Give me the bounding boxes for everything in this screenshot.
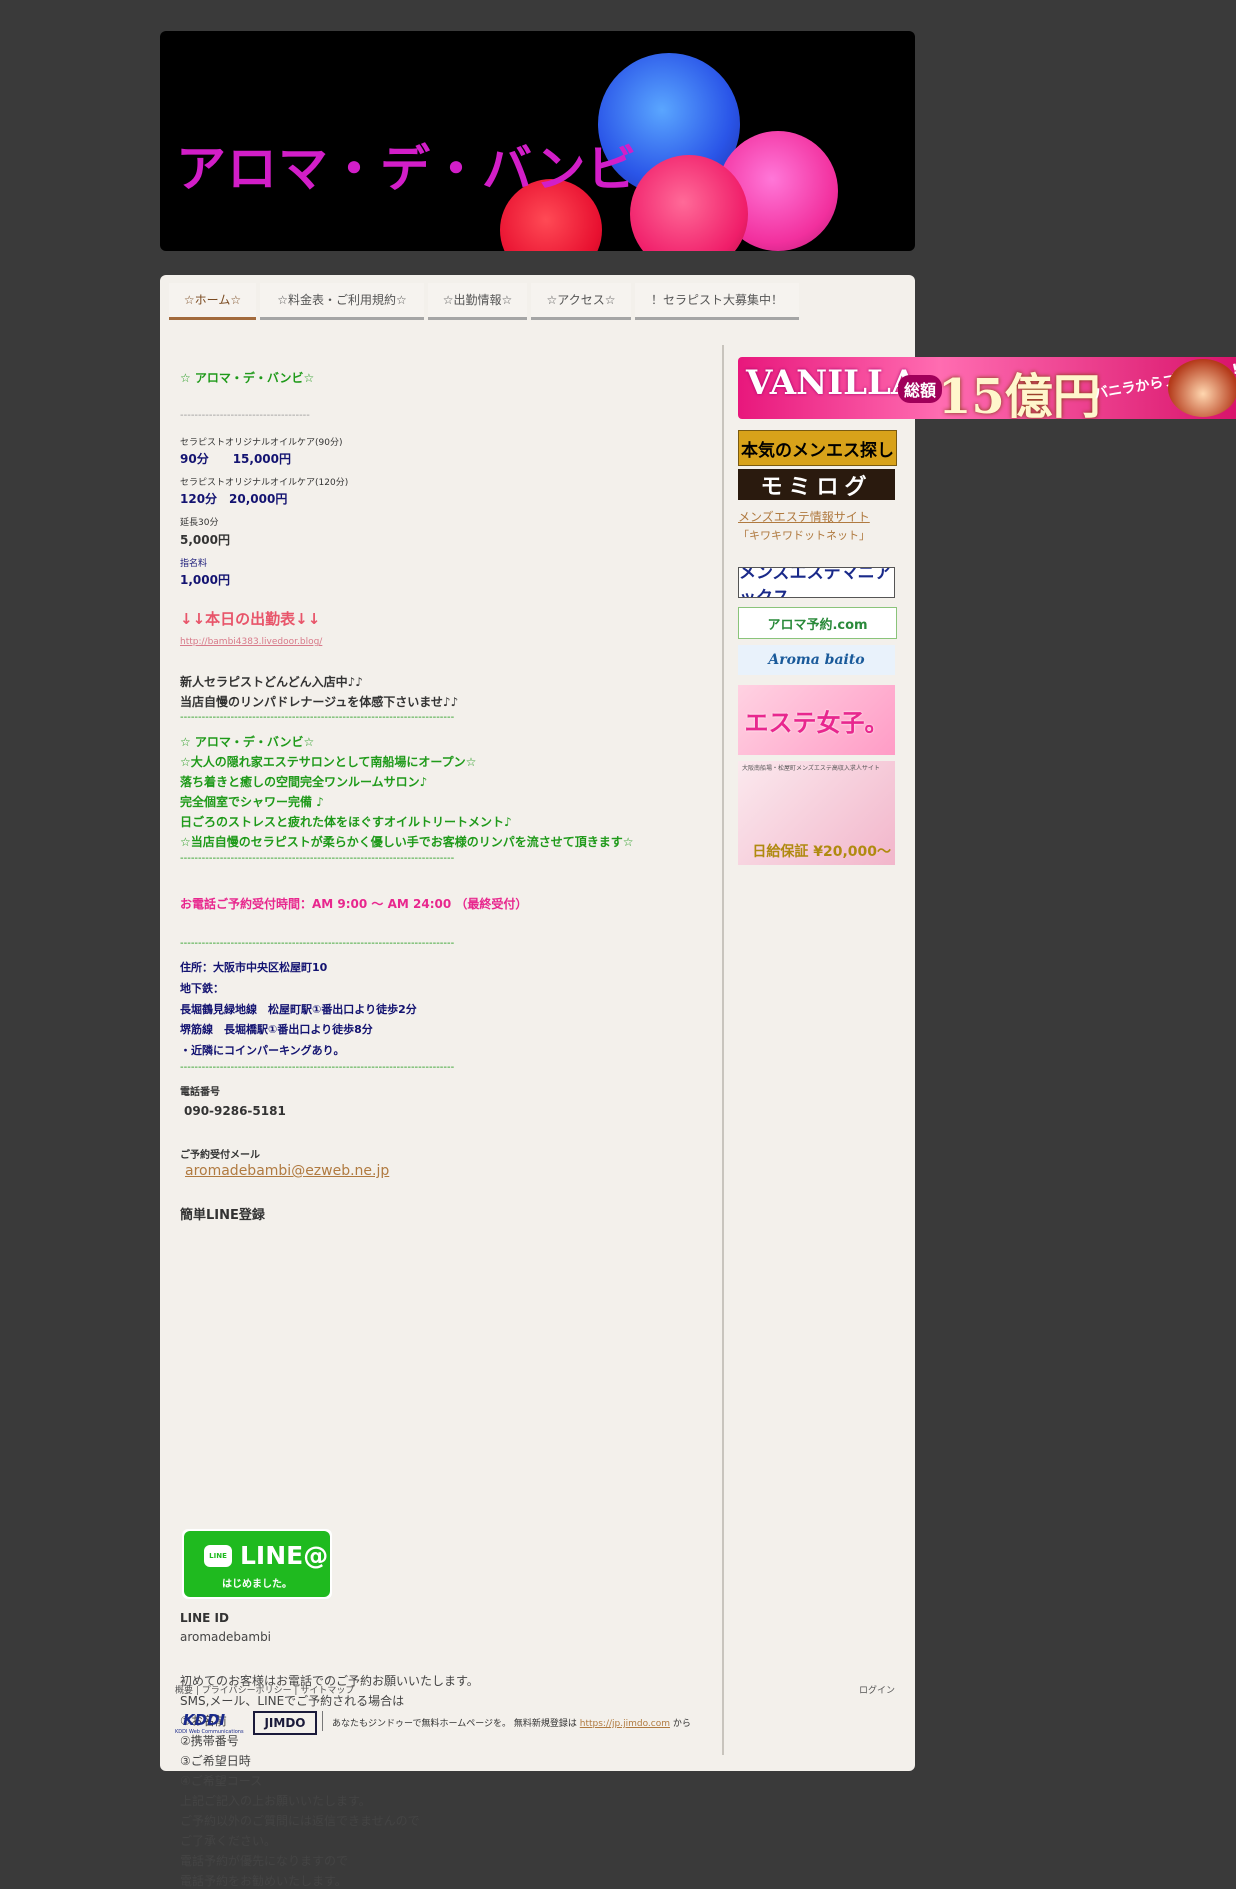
login-link[interactable]: ログイン xyxy=(859,1683,895,1696)
vanilla-banner[interactable]: VANILLA 総額 15億円 バニラからプレゼント! xyxy=(738,357,1236,419)
access-line: 長堀鶴見緑地線 松屋町駅①番出口より徒歩2分 xyxy=(180,1003,417,1016)
momilog-banner[interactable]: モミログ xyxy=(738,469,895,500)
mania-banner-text: メンズエステマニアックス xyxy=(739,567,892,598)
content-container: ☆ホーム☆ ☆料金表・ご利用規約☆ ☆出勤情報☆ ☆アクセス☆ ！セラピスト大募… xyxy=(160,275,1236,1888)
price-value: 90分 15,000円 xyxy=(180,452,292,466)
kiwakiwa-link[interactable]: メンズエステ情報サイト xyxy=(738,508,870,525)
line-badge-body: LINE LINE@ はじめました。 xyxy=(184,1531,330,1597)
intro-line: 新人セラピストどんどん入店中♪♪ xyxy=(180,675,363,689)
jimdo-promo: あなたもジンドゥーで無料ホームページを。 無料新規登録は https://jp.… xyxy=(332,1716,691,1729)
phone-number[interactable]: 090-9286-5181 xyxy=(184,1104,286,1118)
feature-line: ☆当店自慢のセラピストが柔らかく優しい手でお客様のリンパを流させて頂きます☆ xyxy=(180,835,634,849)
access-line: 住所：大阪市中央区松屋町10 xyxy=(180,961,328,974)
access-line: 堺筋線 長堀橋駅①番出口より徒歩8分 xyxy=(180,1023,373,1036)
separator: ----------------------------------------… xyxy=(180,712,455,723)
footer-links[interactable]: 概要 | プライバシーポリシー | サイトマップ xyxy=(175,1683,354,1696)
nav-schedule[interactable]: ☆出勤情報☆ xyxy=(428,283,527,320)
site-title[interactable]: アロマ・デ・バンビ xyxy=(176,129,638,201)
line-id-value: aromadebambi xyxy=(180,1630,272,1644)
price-course: セラピストオリジナルオイルケア(90分) xyxy=(180,438,343,448)
line-id-label: LINE ID xyxy=(180,1611,229,1625)
feature-line: 落ち着きと癒しの空間完全ワンルームサロン♪ xyxy=(180,775,428,789)
schedule-link[interactable]: http://bambi4383.livedoor.blog/ xyxy=(180,637,322,647)
menes-banner-text: 本気のメンエス探し xyxy=(741,440,894,461)
aroma-yoyaku-banner[interactable]: アロマ予約.com xyxy=(738,607,897,639)
price-value: 5,000円 xyxy=(180,533,230,547)
mail-label: ご予約受付メール xyxy=(180,1150,260,1161)
separator: ----------------------------------------… xyxy=(180,853,455,864)
intro-line: 当店自慢のリンパドレナージュを体感下さいませ♪♪ xyxy=(180,695,459,709)
aroma-yoyaku-text: アロマ予約.com xyxy=(767,617,868,633)
nav-price[interactable]: ☆料金表・ご利用規約☆ xyxy=(260,283,424,320)
note-line: 電話予約が優先になりますので xyxy=(180,1854,349,1868)
note-line: 電話予約をお勧めいたします。 xyxy=(180,1874,347,1888)
note-line: ③ご希望日時 xyxy=(180,1754,251,1768)
momilog-banner-text: モミログ xyxy=(760,474,873,500)
reservation-hours: お電話ご予約受付時間：AM 9:00 ～ AM 24:00 （最終受付） xyxy=(180,897,528,911)
note-line: ご予約以外のご質問には返信できませんので xyxy=(180,1814,420,1828)
price-course: 延長30分 xyxy=(180,518,219,528)
nav-access[interactable]: ☆アクセス☆ xyxy=(531,283,631,320)
access-line: 地下鉄： xyxy=(180,982,224,995)
jimdo-logo[interactable]: JIMDO xyxy=(253,1711,317,1735)
line-add-badge[interactable]: LINE LINE@ はじめました。 xyxy=(182,1529,332,1599)
feature-line: 日ごろのストレスと疲れた体をほぐすオイルトリートメント♪ xyxy=(180,815,512,829)
separator: ----------------------------------------… xyxy=(180,938,455,949)
price-value: 1,000円 xyxy=(180,573,230,587)
aroma-baito-text: Aroma baito xyxy=(768,652,865,668)
feature-line: ☆ アロマ・デ・バンビ☆ xyxy=(180,735,315,749)
site-header: アロマ・デ・バンビ xyxy=(160,31,915,251)
kddi-caption: KDDI Web Communications xyxy=(175,1729,244,1735)
vanilla-character-image xyxy=(1168,359,1236,417)
nav-home[interactable]: ☆ホーム☆ xyxy=(169,283,256,320)
access-line: ・近隣にコインパーキングあり。 xyxy=(180,1044,345,1057)
feature-line: 完全個室でシャワー完備 ♪ xyxy=(180,795,324,809)
jimdo-signup-link[interactable]: https://jp.jimdo.com xyxy=(580,1719,670,1729)
esthe-joshi-text: エステ女子。 xyxy=(744,708,889,737)
mail-link[interactable]: aromadebambi@ezweb.ne.jp xyxy=(185,1163,389,1179)
column-divider xyxy=(722,345,724,1755)
jimdo-promo-text: あなたもジンドゥーで無料ホームページを。 無料新規登録は xyxy=(332,1719,577,1729)
vanilla-amount: 15億円 xyxy=(938,369,1101,419)
menes-banner[interactable]: 本気のメンエス探し xyxy=(738,430,897,466)
price-course: 指名料 xyxy=(180,559,208,569)
separator: ------------------------------------ xyxy=(180,410,310,421)
feature-line: ☆大人の隠れ家エステサロンとして南船場にオープン☆ xyxy=(180,755,477,769)
vanilla-total-badge: 総額 xyxy=(898,375,943,403)
recruit-banner[interactable]: 大阪南船場・松屋町メンズエステ高収入求人サイト 日給保証 ¥20,000～ xyxy=(738,761,895,865)
price-course: セラピストオリジナルオイルケア(120分) xyxy=(180,478,349,488)
line-logo: LINE@ xyxy=(240,1541,329,1570)
kiwakiwa-caption: 「キワキワドットネット」 xyxy=(738,529,870,542)
recruit-banner-pay: 日給保証 ¥20,000～ xyxy=(752,844,891,860)
separator: ----------------------------------------… xyxy=(180,1062,455,1073)
vanilla-logo: VANILLA xyxy=(746,363,918,403)
recruit-banner-head: 大阪南船場・松屋町メンズエステ高収入求人サイト xyxy=(742,765,880,772)
mania-banner[interactable]: メンズエステマニアックス xyxy=(738,567,895,598)
note-line: ご了承ください。 xyxy=(180,1834,277,1848)
note-line: ④ご希望コース xyxy=(180,1774,263,1788)
phone-label: 電話番号 xyxy=(180,1087,220,1098)
nav-recruit[interactable]: ！セラピスト大募集中！ xyxy=(635,283,799,320)
footer-divider xyxy=(322,1711,323,1731)
line-badge-sub: はじめました。 xyxy=(222,1579,292,1590)
kddi-logo[interactable]: KDDI xyxy=(183,1711,225,1729)
esthe-joshi-banner[interactable]: エステ女子。 xyxy=(738,685,895,755)
shop-heading: ☆ アロマ・デ・バンビ☆ xyxy=(180,371,315,385)
line-heading: 簡単LINE登録 xyxy=(180,1208,265,1223)
schedule-heading: ↓↓本日の出勤表↓↓ xyxy=(180,610,321,628)
aroma-baito-banner[interactable]: Aroma baito xyxy=(738,645,895,675)
jimdo-promo-tail: から xyxy=(672,1719,691,1729)
price-value: 120分 20,000円 xyxy=(180,492,288,506)
line-bubble-icon: LINE xyxy=(204,1545,232,1567)
